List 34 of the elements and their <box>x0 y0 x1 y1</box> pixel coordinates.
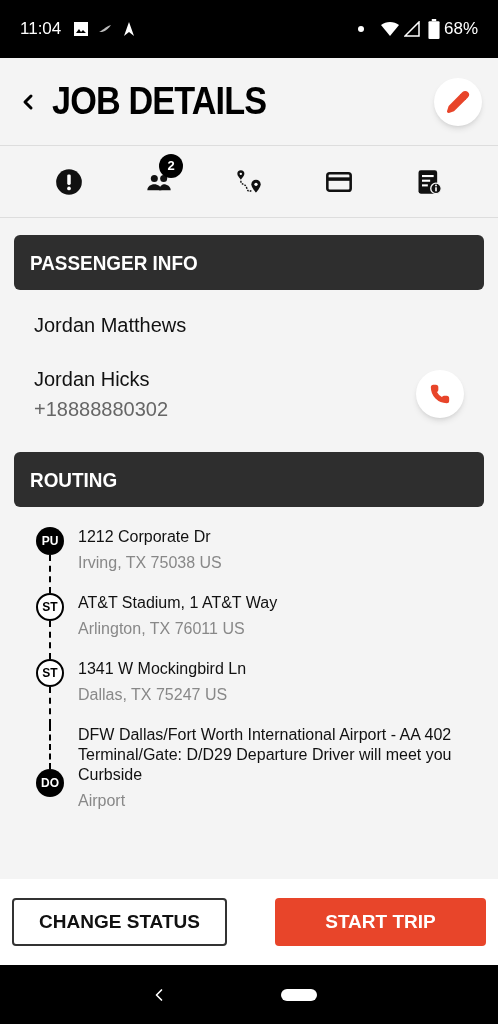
edit-button[interactable] <box>434 77 482 126</box>
stop-marker: PU <box>36 527 64 555</box>
status-time: 11:04 <box>20 18 62 41</box>
battery-icon <box>427 19 440 39</box>
home-pill[interactable] <box>281 988 317 1001</box>
start-trip-button[interactable]: START TRIP <box>275 898 486 946</box>
pencil-icon <box>446 89 470 114</box>
passenger-phone: +18888880302 <box>34 397 170 422</box>
passenger-name: Jordan Hicks <box>34 367 151 392</box>
stop-address: 1341 W Mockingbird Ln <box>78 659 247 679</box>
stop-address: Curbside <box>78 765 144 785</box>
stop-address: Terminal/Gate: D/D29 Departure Driver will meet you <box>78 745 452 765</box>
passenger-name: Jordan Matthews <box>34 313 188 338</box>
stop-marker: ST <box>36 593 64 621</box>
section-title: PASSENGER INFO <box>30 249 198 276</box>
battery-percent: 68% <box>443 18 478 41</box>
stop-city: Airport <box>78 791 127 811</box>
section-title: ROUTING <box>30 466 118 493</box>
alert-icon <box>55 167 83 196</box>
stop-address: 1212 Corporate Dr <box>78 527 212 547</box>
count-badge: 2 <box>159 153 183 178</box>
stop-city: Irving, TX 75038 US <box>78 553 222 573</box>
signal-icon <box>403 21 420 37</box>
change-status-button[interactable]: CHANGE STATUS <box>12 898 227 946</box>
stop-marker: ST <box>36 659 64 687</box>
image-icon <box>73 21 90 37</box>
page-title: JOB DETAILS <box>52 79 267 124</box>
stop-city: Dallas, TX 75247 US <box>78 685 229 705</box>
stop-address: AT&T Stadium, 1 AT&T Way <box>78 593 278 613</box>
phone-icon <box>430 384 450 404</box>
call-button[interactable] <box>416 370 464 418</box>
stop-address: DFW Dallas/Fort Worth International Airport - AA 402 <box>78 725 452 745</box>
stop-marker: DO <box>36 769 64 797</box>
stop-city: Arlington, TX 76011 US <box>78 619 246 639</box>
